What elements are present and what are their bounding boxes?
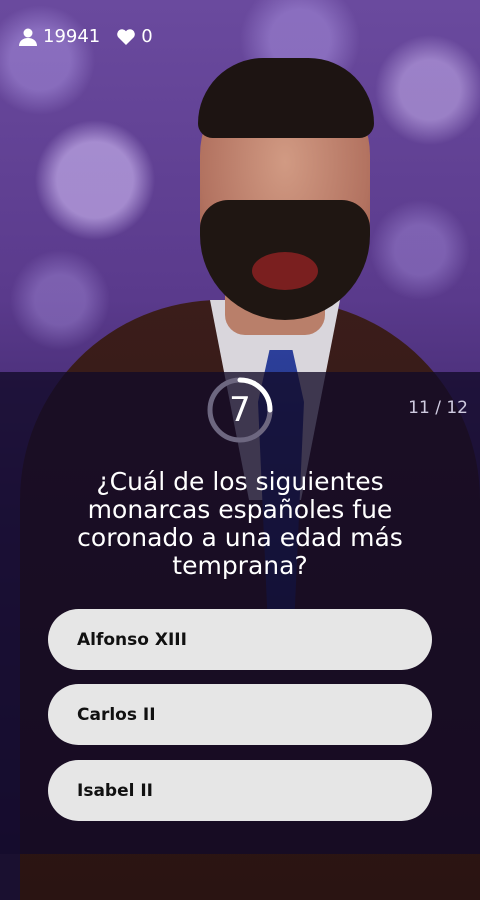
lives-count-value: 0 [141,26,153,47]
question-text: ¿Cuál de los siguientes monarcas español… [77,467,403,580]
lives-count: 0 [116,26,153,47]
question-progress: 11 / 12 [408,398,468,418]
answer-option-1[interactable]: Alfonso XIII [48,609,432,670]
players-count: 19941 [18,26,100,47]
answer-label: Isabel II [77,780,154,801]
answer-option-2[interactable]: Carlos II [48,684,432,745]
person-icon [18,27,38,47]
answer-option-3[interactable]: Isabel II [48,760,432,821]
heart-icon [116,27,136,47]
answer-label: Alfonso XIII [77,629,187,650]
progress-separator: / [435,398,441,418]
players-count-value: 19941 [43,26,101,47]
answer-label: Carlos II [77,704,156,725]
presenter-hair [198,58,374,138]
countdown-timer: 7 [206,376,274,444]
presenter-mouth [252,252,318,290]
top-stats: 19941 0 [18,26,169,47]
timer-value: 7 [229,390,251,430]
progress-total: 12 [446,398,468,418]
progress-current: 11 [408,398,430,418]
